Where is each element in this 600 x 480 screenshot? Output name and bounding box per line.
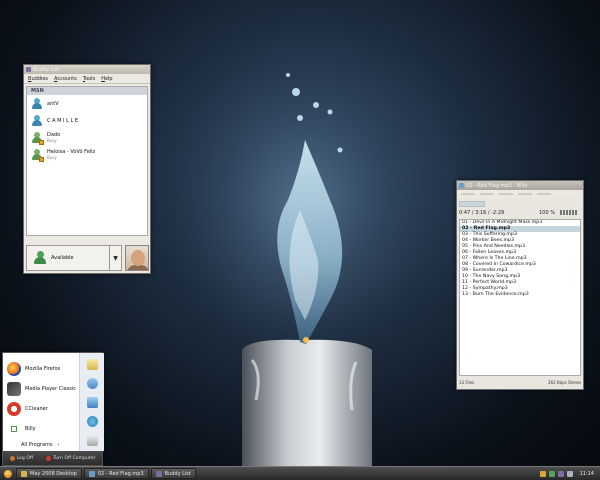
menu-help[interactable]: Help (101, 76, 112, 82)
menu-accounts[interactable]: Accounts (54, 76, 77, 82)
buddy-list: MSN antV CAMILLE Dado Busy Heloisa - VoV… (26, 86, 148, 236)
bitrate: 262 Kbps Stereo (548, 380, 581, 385)
buddy-item[interactable]: Heloisa - VoVó Feliz Busy (27, 146, 147, 163)
player-icon (88, 470, 95, 477)
buddy-name: CAMILLE (47, 117, 80, 124)
my-computer-icon[interactable] (86, 435, 98, 446)
buddy-status: Busy (47, 138, 57, 143)
network-icon[interactable] (548, 470, 555, 477)
start-menu-places (79, 353, 104, 451)
player-app-icon (459, 183, 464, 188)
player-menubar (457, 190, 583, 198)
buddy-status: Busy (47, 155, 57, 160)
buddy-busy-avatar-icon (31, 148, 44, 162)
buddy-list-window[interactable]: Buddy List Buddies Accounts Tools Help M… (23, 64, 151, 274)
buddy-busy-avatar-icon (31, 131, 44, 145)
buddy-name: antV (47, 100, 59, 107)
media-player-icon (7, 382, 21, 396)
chevron-down-icon[interactable]: ▼ (109, 246, 121, 270)
player-statusbar: 13 Files 262 Kbps Stereo (459, 380, 581, 385)
start-button[interactable] (4, 469, 12, 478)
log-off-icon (9, 455, 15, 461)
buddy-avatar-icon (31, 97, 43, 110)
start-menu-programs: Mozilla Firefox Media Player Classic CCl… (3, 353, 79, 451)
seek-bar[interactable] (459, 201, 485, 207)
all-programs-button[interactable]: All Programs › (3, 439, 79, 451)
clock[interactable]: 11:14 (580, 471, 594, 477)
status-label: Available (51, 255, 74, 261)
my-pictures-icon[interactable] (86, 378, 98, 389)
media-player-window[interactable]: 02 - Red Flag.mp3 - Billy 0:47 / 3:16 / … (456, 180, 584, 390)
tray-app-icon[interactable] (539, 470, 546, 477)
window-title: Buddy List (33, 66, 60, 73)
menu-buddies[interactable]: Buddies (28, 76, 48, 82)
program-label: Media Player Classic (25, 386, 77, 392)
buddy-item[interactable]: CAMILLE (27, 112, 147, 129)
network-icon[interactable] (86, 416, 98, 427)
buddy-avatar-icon (31, 114, 43, 127)
my-documents-icon[interactable] (86, 359, 98, 370)
task-label: 02 - Red Flag.mp3 (97, 470, 144, 477)
buddy-list-titlebar[interactable]: Buddy List (24, 65, 150, 74)
program-firefox[interactable]: Mozilla Firefox (3, 359, 79, 379)
folder-icon (21, 470, 27, 477)
all-programs-label: All Programs (21, 442, 53, 448)
task-buddy-list[interactable]: Buddy List (150, 468, 196, 479)
player-titlebar[interactable]: 02 - Red Flag.mp3 - Billy (457, 181, 583, 190)
system-tray: 11:14 (539, 470, 600, 477)
chevron-right-icon: › (57, 442, 60, 448)
task-desktop[interactable]: May 2008 Desktop (16, 468, 82, 479)
buddy-item[interactable]: antV (27, 95, 147, 112)
volume-slider[interactable] (560, 210, 580, 215)
window-title: 02 - Red Flag.mp3 - Billy (466, 182, 528, 189)
group-header[interactable]: MSN (27, 87, 147, 95)
taskbar: May 2008 Desktop 02 - Red Flag.mp3 Buddy… (0, 466, 600, 480)
buddy-list-menubar: Buddies Accounts Tools Help (24, 74, 150, 84)
billy-icon (11, 426, 17, 432)
program-media-player-classic[interactable]: Media Player Classic (3, 379, 79, 399)
program-label: Mozilla Firefox (25, 366, 61, 372)
volume-icon[interactable] (566, 470, 573, 477)
start-menu: Mozilla Firefox Media Player Classic CCl… (2, 352, 104, 466)
power-icon (46, 455, 52, 461)
program-label: Billy (25, 426, 36, 432)
program-ccleaner[interactable]: CCleaner (3, 399, 79, 419)
log-off-button[interactable]: Log Off (9, 455, 33, 461)
user-avatar[interactable] (125, 245, 149, 271)
buddy-item[interactable]: Dado Busy (27, 129, 147, 146)
messenger-tray-icon[interactable] (557, 470, 564, 477)
volume-text: 100 % (539, 210, 555, 216)
turn-off-button[interactable]: Turn Off Computer (46, 455, 95, 461)
pidgin-icon (155, 470, 162, 477)
time-display: 0:47 / 3:16 / -2:29 (459, 210, 505, 216)
playlist-track[interactable]: 13 - Burn The Evidence.mp3 (460, 292, 580, 298)
task-label: Buddy List (164, 470, 191, 477)
playlist[interactable]: 01 - Devil In A Midnight Mass.mp3 02 - Re… (459, 219, 581, 376)
pidgin-icon (26, 67, 31, 72)
task-media-player[interactable]: 02 - Red Flag.mp3 (83, 468, 149, 479)
menu-tools[interactable]: Tools (83, 76, 95, 82)
status-selector[interactable]: Available ▼ (26, 245, 122, 271)
start-menu-footer: Log Off Turn Off Computer (3, 451, 102, 465)
ccleaner-icon (7, 402, 21, 416)
my-music-icon[interactable] (86, 397, 98, 408)
file-count: 13 Files (459, 380, 475, 385)
program-label: CCleaner (25, 406, 48, 412)
firefox-icon (7, 362, 21, 376)
task-label: May 2008 Desktop (30, 470, 77, 477)
program-billy[interactable]: Billy (3, 419, 79, 439)
available-icon (33, 251, 47, 265)
